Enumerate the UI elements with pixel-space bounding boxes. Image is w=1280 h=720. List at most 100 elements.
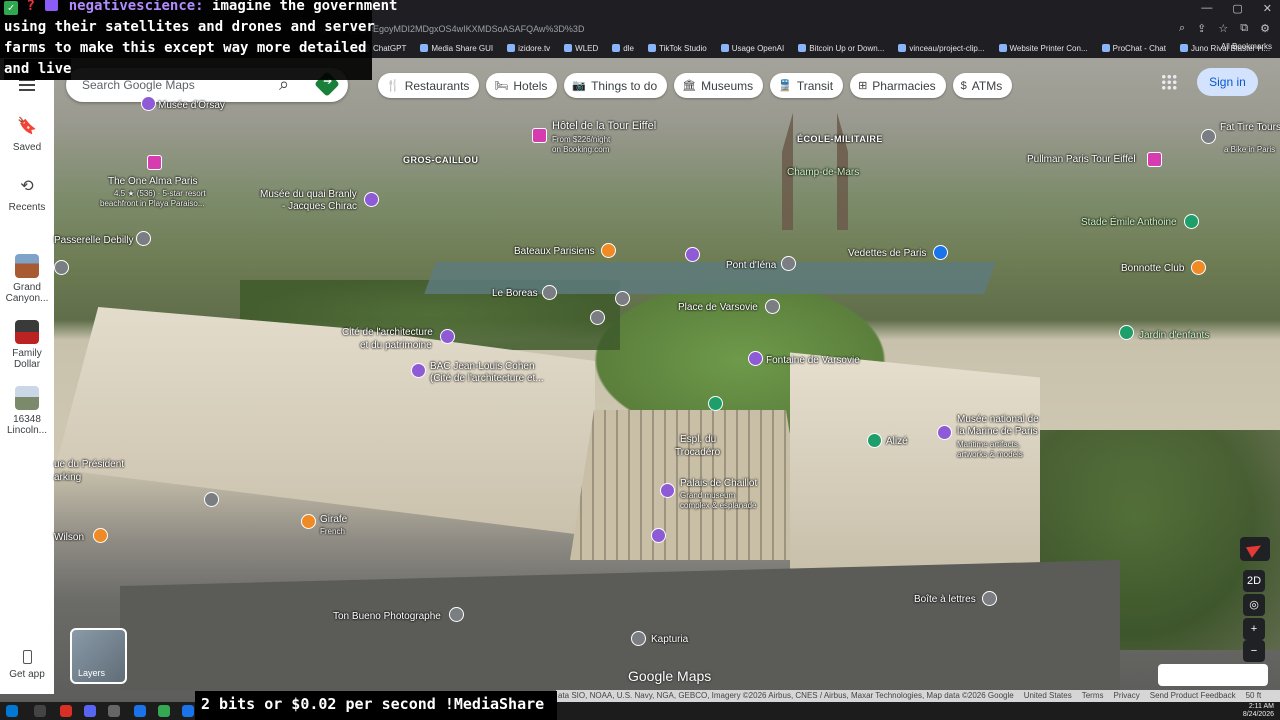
zoom-in-button[interactable]: +: [1243, 618, 1265, 640]
place-label[interactable]: Musée du quai Branly: [260, 189, 357, 200]
toggle-2d-button[interactable]: 2D: [1243, 570, 1265, 592]
place-label[interactable]: Ton Bueno Photographe: [333, 611, 441, 622]
link-privacy[interactable]: Privacy: [1114, 690, 1140, 702]
chip-things-to-do[interactable]: 📷 Things to do: [564, 73, 668, 98]
minimize-icon[interactable]: —: [1201, 2, 1212, 15]
bookmark-item[interactable]: Website Printer Con...: [998, 44, 1088, 53]
place-label[interactable]: Musée national de: [957, 414, 1039, 425]
place-label[interactable]: la Marine de Paris: [957, 426, 1038, 437]
place-label[interactable]: Place de Varsovie: [678, 302, 758, 313]
place-label[interactable]: Fontaine de Varsovie: [766, 355, 860, 366]
bookmark-item[interactable]: vinceau/project-clip...: [898, 44, 985, 53]
apps-grid-icon[interactable]: [1161, 74, 1177, 90]
landmark-pin-icon[interactable]: [136, 231, 151, 246]
park-label[interactable]: Stade Émile Anthoine: [1081, 217, 1177, 228]
chip-atms[interactable]: $ ATMs: [952, 73, 1013, 98]
bookmark-item[interactable]: TikTok Studio: [647, 44, 707, 53]
landmark-pin-icon[interactable]: [449, 607, 464, 622]
landmark-pin-icon[interactable]: [781, 256, 796, 271]
place-label[interactable]: Girafe: [320, 514, 347, 525]
chip-pharmacies[interactable]: ⊞ Pharmacies: [850, 73, 946, 98]
place-label[interactable]: Kapturia: [651, 634, 688, 645]
place-label[interactable]: Bonnotte Club: [1121, 263, 1184, 274]
restaurant-pin-icon[interactable]: [601, 243, 616, 258]
shop-pin-icon[interactable]: [1201, 129, 1216, 144]
sign-in-button[interactable]: Sign in: [1197, 68, 1258, 96]
transit-pin-icon[interactable]: [590, 310, 605, 325]
bookmark-item[interactable]: ProChat - Chat: [1101, 44, 1166, 53]
place-label[interactable]: Pont d'Iéna: [726, 260, 776, 271]
bookmark-item[interactable]: dle: [612, 44, 634, 53]
museum-pin-icon[interactable]: [440, 329, 455, 344]
chrome-icon[interactable]: [158, 705, 170, 717]
attraction-pin-icon[interactable]: [867, 433, 882, 448]
link-feedback[interactable]: Send Product Feedback: [1150, 690, 1236, 702]
museum-pin-icon[interactable]: [411, 363, 426, 378]
place-label[interactable]: et du patrimoine: [360, 340, 432, 351]
place-label[interactable]: Espl. du: [680, 434, 716, 445]
scale-bar[interactable]: 50 ft: [1246, 690, 1262, 702]
app-icon[interactable]: [182, 705, 194, 717]
bookmark-item[interactable]: Bitcoin Up or Down...: [798, 44, 884, 53]
place-label[interactable]: Boîte à lettres: [914, 594, 976, 605]
extensions-icon[interactable]: ⧉: [1240, 22, 1248, 35]
app-icon[interactable]: [134, 705, 146, 717]
place-label[interactable]: Cité de l'architecture: [342, 327, 433, 338]
park-label[interactable]: Jardin d'enfants: [1139, 330, 1209, 341]
landmark-pin-icon[interactable]: [765, 299, 780, 314]
recent-item[interactable]: Family Dollar: [0, 320, 54, 370]
museum-pin-icon[interactable]: [141, 96, 156, 111]
my-location-icon[interactable]: ◎: [1243, 594, 1265, 616]
place-label[interactable]: arking: [54, 472, 81, 483]
museum-pin-icon[interactable]: [685, 247, 700, 262]
museum-pin-icon[interactable]: [660, 483, 675, 498]
hotel-pin-icon[interactable]: [532, 128, 547, 143]
transit-pin-icon[interactable]: [204, 492, 219, 507]
maximize-icon[interactable]: ▢: [1232, 2, 1242, 15]
place-label[interactable]: The One Alma Paris: [108, 176, 197, 187]
recent-item[interactable]: 16348 Lincoln...: [0, 386, 54, 436]
brave-icon[interactable]: [60, 705, 72, 717]
bookmark-item[interactable]: WLED: [564, 44, 598, 53]
place-label[interactable]: Alizé: [886, 436, 908, 447]
start-icon[interactable]: [6, 705, 18, 717]
place-label[interactable]: Musée d'Orsay: [158, 100, 225, 111]
park-pin-icon[interactable]: [708, 396, 723, 411]
recent-item[interactable]: Grand Canyon...: [0, 254, 54, 304]
get-app-button[interactable]: Get app: [0, 650, 54, 680]
obs-icon[interactable]: [108, 705, 120, 717]
landmark-pin-icon[interactable]: [542, 285, 557, 300]
chip-hotels[interactable]: 🛏 Hotels: [486, 73, 558, 98]
link-united-states[interactable]: United States: [1024, 690, 1072, 702]
park-pin-icon[interactable]: [1119, 325, 1134, 340]
place-label[interactable]: Pullman Paris Tour Eiffel: [1027, 154, 1136, 165]
menu-icon[interactable]: [19, 79, 35, 91]
discord-icon[interactable]: [84, 705, 96, 717]
chip-museums[interactable]: 🏛 Museums: [674, 73, 764, 98]
place-label[interactable]: (Cité de l'architecture et...: [430, 373, 544, 384]
restaurant-pin-icon[interactable]: [1191, 260, 1206, 275]
landmark-pin-icon[interactable]: [631, 631, 646, 646]
museum-pin-icon[interactable]: [364, 192, 379, 207]
hotel-pin-icon[interactable]: [147, 155, 162, 170]
place-label[interactable]: - Jacques Chirac: [282, 201, 357, 212]
landmark-pin-icon[interactable]: [982, 591, 997, 606]
place-label[interactable]: Wilson: [54, 532, 84, 543]
system-clock[interactable]: 2:11 AM 8/24/2026: [1243, 703, 1274, 719]
place-label[interactable]: ue du Président: [54, 459, 124, 470]
bookmark-item[interactable]: Usage OpenAI: [720, 44, 784, 53]
settings-icon[interactable]: ⚙: [1260, 22, 1270, 35]
file-explorer-icon[interactable]: [34, 705, 46, 717]
compass-icon[interactable]: [1240, 537, 1270, 561]
bookmark-item[interactable]: Media Share GUI: [420, 44, 493, 53]
place-label[interactable]: Le Boreas: [492, 288, 538, 299]
transit-pin-icon[interactable]: [615, 291, 630, 306]
street-view-strip[interactable]: [1158, 664, 1268, 686]
chip-transit[interactable]: 🚆 Transit: [770, 73, 844, 98]
stadium-pin-icon[interactable]: [1184, 214, 1199, 229]
place-label[interactable]: Hôtel de la Tour Eiffel: [552, 121, 656, 132]
hotel-pin-icon[interactable]: [1147, 152, 1162, 167]
bookmark-star-icon[interactable]: ☆: [1218, 22, 1228, 35]
park-label[interactable]: Champ-de-Mars: [787, 167, 859, 178]
share-icon[interactable]: ⇪: [1197, 22, 1206, 35]
